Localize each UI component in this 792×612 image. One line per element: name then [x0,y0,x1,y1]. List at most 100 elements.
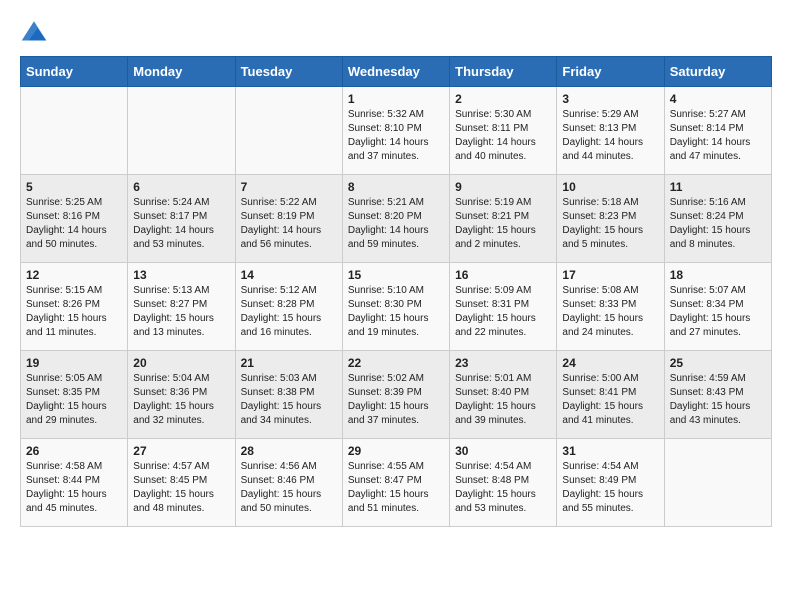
day-info: Sunrise: 5:00 AM Sunset: 8:41 PM Dayligh… [562,372,658,428]
calendar-cell: 24 Sunrise: 5:00 AM Sunset: 8:41 PM Dayli… [557,351,664,439]
day-info: Sunrise: 5:03 AM Sunset: 8:38 PM Dayligh… [241,372,337,428]
day-info: Sunrise: 5:05 AM Sunset: 8:35 PM Dayligh… [26,372,122,428]
header-row: SundayMondayTuesdayWednesdayThursdayFrid… [21,57,772,87]
calendar-cell: 26Sunrise: 4:58 AM Sunset: 8:44 PM Dayli… [21,439,128,527]
calendar-header: SundayMondayTuesdayWednesdayThursdayFrid… [21,57,772,87]
day-info: Sunrise: 5:18 AM Sunset: 8:23 PM Dayligh… [562,196,658,252]
day-info: Sunrise: 4:59 AM Sunset: 8:43 PM Dayligh… [670,372,766,428]
day-number: 22 [348,356,444,370]
day-number: 24 [562,356,658,370]
day-number: 13 [133,268,229,282]
day-info: Sunrise: 5:07 AM Sunset: 8:34 PM Dayligh… [670,284,766,340]
header [20,16,772,44]
calendar-cell: 18 Sunrise: 5:07 AM Sunset: 8:34 PM Dayli… [664,263,771,351]
day-info: Sunrise: 5:08 AM Sunset: 8:33 PM Dayligh… [562,284,658,340]
day-info: Sunrise: 5:19 AM Sunset: 8:21 PM Dayligh… [455,196,551,252]
day-number: 4 [670,92,766,106]
calendar-cell: 30 Sunrise: 4:54 AM Sunset: 8:48 PM Dayli… [450,439,557,527]
calendar-cell [128,87,235,175]
day-info: Sunrise: 4:58 AM Sunset: 8:44 PM Dayligh… [26,460,122,516]
calendar-cell [664,439,771,527]
calendar-cell: 10 Sunrise: 5:18 AM Sunset: 8:23 PM Dayli… [557,175,664,263]
logo [20,16,52,44]
calendar-table: SundayMondayTuesdayWednesdayThursdayFrid… [20,56,772,527]
week-row-1: 1Sunrise: 5:32 AM Sunset: 8:10 PM Daylig… [21,87,772,175]
day-info: Sunrise: 5:25 AM Sunset: 8:16 PM Dayligh… [26,196,122,252]
page: SundayMondayTuesdayWednesdayThursdayFrid… [0,0,792,547]
calendar-cell: 17 Sunrise: 5:08 AM Sunset: 8:33 PM Dayli… [557,263,664,351]
day-number: 10 [562,180,658,194]
day-number: 27 [133,444,229,458]
day-number: 30 [455,444,551,458]
day-number: 25 [670,356,766,370]
day-info: Sunrise: 5:13 AM Sunset: 8:27 PM Dayligh… [133,284,229,340]
calendar-cell: 5 Sunrise: 5:25 AM Sunset: 8:16 PM Daylig… [21,175,128,263]
day-number: 8 [348,180,444,194]
calendar-cell: 12 Sunrise: 5:15 AM Sunset: 8:26 PM Dayli… [21,263,128,351]
day-info: Sunrise: 4:55 AM Sunset: 8:47 PM Dayligh… [348,460,444,516]
day-number: 7 [241,180,337,194]
header-day-saturday: Saturday [664,57,771,87]
calendar-cell: 8 Sunrise: 5:21 AM Sunset: 8:20 PM Daylig… [342,175,449,263]
day-number: 6 [133,180,229,194]
calendar-cell: 15Sunrise: 5:10 AM Sunset: 8:30 PM Dayli… [342,263,449,351]
calendar-cell: 20Sunrise: 5:04 AM Sunset: 8:36 PM Dayli… [128,351,235,439]
day-info: Sunrise: 4:57 AM Sunset: 8:45 PM Dayligh… [133,460,229,516]
day-info: Sunrise: 5:04 AM Sunset: 8:36 PM Dayligh… [133,372,229,428]
day-number: 12 [26,268,122,282]
calendar-cell: 14Sunrise: 5:12 AM Sunset: 8:28 PM Dayli… [235,263,342,351]
header-day-sunday: Sunday [21,57,128,87]
calendar-cell: 19 Sunrise: 5:05 AM Sunset: 8:35 PM Dayli… [21,351,128,439]
calendar-cell: 25 Sunrise: 4:59 AM Sunset: 8:43 PM Dayli… [664,351,771,439]
day-number: 2 [455,92,551,106]
day-number: 21 [241,356,337,370]
calendar-body: 1Sunrise: 5:32 AM Sunset: 8:10 PM Daylig… [21,87,772,527]
day-number: 17 [562,268,658,282]
header-day-monday: Monday [128,57,235,87]
calendar-cell: 2Sunrise: 5:30 AM Sunset: 8:11 PM Daylig… [450,87,557,175]
day-number: 28 [241,444,337,458]
calendar-cell: 29Sunrise: 4:55 AM Sunset: 8:47 PM Dayli… [342,439,449,527]
calendar-cell: 23 Sunrise: 5:01 AM Sunset: 8:40 PM Dayli… [450,351,557,439]
day-number: 9 [455,180,551,194]
calendar-cell: 28 Sunrise: 4:56 AM Sunset: 8:46 PM Dayli… [235,439,342,527]
calendar-cell: 31 Sunrise: 4:54 AM Sunset: 8:49 PM Dayli… [557,439,664,527]
header-day-tuesday: Tuesday [235,57,342,87]
calendar-cell: 7 Sunrise: 5:22 AM Sunset: 8:19 PM Daylig… [235,175,342,263]
calendar-cell: 6 Sunrise: 5:24 AM Sunset: 8:17 PM Daylig… [128,175,235,263]
logo-icon [20,16,48,44]
week-row-2: 5 Sunrise: 5:25 AM Sunset: 8:16 PM Daylig… [21,175,772,263]
day-number: 19 [26,356,122,370]
day-number: 31 [562,444,658,458]
calendar-cell: 9 Sunrise: 5:19 AM Sunset: 8:21 PM Daylig… [450,175,557,263]
day-info: Sunrise: 5:15 AM Sunset: 8:26 PM Dayligh… [26,284,122,340]
day-info: Sunrise: 5:24 AM Sunset: 8:17 PM Dayligh… [133,196,229,252]
day-info: Sunrise: 4:54 AM Sunset: 8:49 PM Dayligh… [562,460,658,516]
day-info: Sunrise: 5:22 AM Sunset: 8:19 PM Dayligh… [241,196,337,252]
calendar-cell: 13 Sunrise: 5:13 AM Sunset: 8:27 PM Dayli… [128,263,235,351]
day-number: 23 [455,356,551,370]
day-number: 18 [670,268,766,282]
day-info: Sunrise: 5:02 AM Sunset: 8:39 PM Dayligh… [348,372,444,428]
day-info: Sunrise: 4:56 AM Sunset: 8:46 PM Dayligh… [241,460,337,516]
day-info: Sunrise: 5:21 AM Sunset: 8:20 PM Dayligh… [348,196,444,252]
day-number: 5 [26,180,122,194]
calendar-cell: 22 Sunrise: 5:02 AM Sunset: 8:39 PM Dayli… [342,351,449,439]
calendar-cell [21,87,128,175]
header-day-friday: Friday [557,57,664,87]
day-number: 11 [670,180,766,194]
day-info: Sunrise: 5:29 AM Sunset: 8:13 PM Dayligh… [562,108,658,164]
day-info: Sunrise: 4:54 AM Sunset: 8:48 PM Dayligh… [455,460,551,516]
header-day-thursday: Thursday [450,57,557,87]
calendar-cell: 21 Sunrise: 5:03 AM Sunset: 8:38 PM Dayli… [235,351,342,439]
day-number: 3 [562,92,658,106]
day-info: Sunrise: 5:01 AM Sunset: 8:40 PM Dayligh… [455,372,551,428]
day-number: 16 [455,268,551,282]
day-info: Sunrise: 5:10 AM Sunset: 8:30 PM Dayligh… [348,284,444,340]
calendar-cell [235,87,342,175]
week-row-5: 26Sunrise: 4:58 AM Sunset: 8:44 PM Dayli… [21,439,772,527]
day-number: 14 [241,268,337,282]
day-info: Sunrise: 5:16 AM Sunset: 8:24 PM Dayligh… [670,196,766,252]
calendar-cell: 1Sunrise: 5:32 AM Sunset: 8:10 PM Daylig… [342,87,449,175]
calendar-cell: 4Sunrise: 5:27 AM Sunset: 8:14 PM Daylig… [664,87,771,175]
